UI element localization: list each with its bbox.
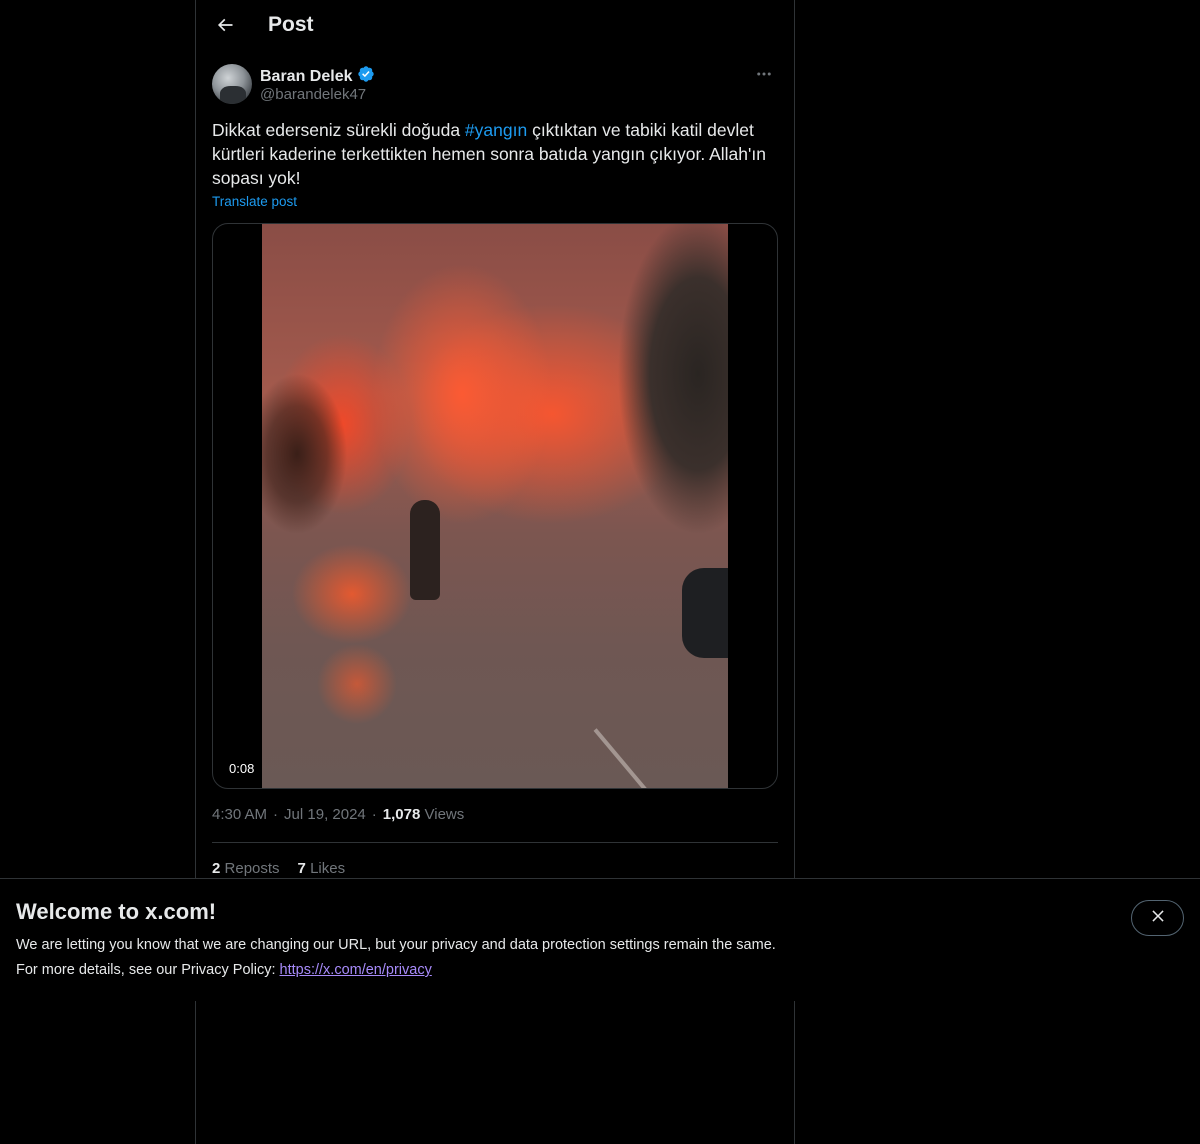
reposts-label: Reposts <box>224 860 280 877</box>
divider <box>212 842 778 843</box>
video-tree-right <box>608 224 728 544</box>
views-label: Views <box>424 806 465 823</box>
video-road-line <box>593 728 655 788</box>
engagement-stats: 2 Reposts 7 Likes <box>212 860 345 877</box>
reposts-link[interactable]: 2 Reposts <box>212 860 280 877</box>
video-person <box>410 500 440 600</box>
post-date[interactable]: Jul 19, 2024 <box>284 806 366 823</box>
author-name: Baran Delek <box>260 67 353 85</box>
verified-badge-icon <box>357 65 375 88</box>
more-dots-icon <box>755 65 773 88</box>
more-options-button[interactable] <box>750 64 778 88</box>
banner-message: We are letting you know that we are chan… <box>16 937 776 953</box>
back-button[interactable] <box>208 10 242 44</box>
author-name-link[interactable]: Baran Delek <box>260 65 375 88</box>
close-icon <box>1149 907 1167 930</box>
header: Post <box>196 0 794 53</box>
welcome-banner: Welcome to x.com! We are letting you kno… <box>0 878 1200 1001</box>
views-count: 1,078 <box>382 806 421 823</box>
video-player[interactable]: 0:08 <box>212 223 778 789</box>
avatar[interactable] <box>212 64 252 104</box>
video-duration: 0:08 <box>224 760 260 777</box>
post-metadata: 4:30 AM · Jul 19, 2024 · 1,078 Views <box>212 806 464 823</box>
post-text: Dikkat ederseniz sürekli doğuda #yangın … <box>212 118 778 190</box>
banner-privacy-prefix: For more details, see our Privacy Policy… <box>16 962 280 978</box>
page-title: Post <box>268 13 314 36</box>
close-banner-button[interactable] <box>1131 900 1184 936</box>
page: Post Baran Delek @barandelek47 Dikkat ed… <box>0 0 1200 1144</box>
video-thumbnail <box>262 224 728 788</box>
banner-title: Welcome to x.com! <box>16 899 217 924</box>
reposts-count: 2 <box>212 860 221 877</box>
likes-count: 7 <box>297 860 306 877</box>
video-tree-left <box>262 374 352 534</box>
author-handle[interactable]: @barandelek47 <box>260 86 366 103</box>
meta-separator: · <box>273 806 279 823</box>
post-text-before: Dikkat ederseniz sürekli doğuda <box>212 120 465 140</box>
privacy-policy-link[interactable]: https://x.com/en/privacy <box>280 962 432 978</box>
meta-separator: · <box>371 806 377 823</box>
views: 1,078 Views <box>383 806 464 823</box>
likes-link[interactable]: 7 Likes <box>298 860 346 877</box>
arrow-left-icon <box>215 15 235 40</box>
likes-label: Likes <box>310 860 346 877</box>
post-time[interactable]: 4:30 AM <box>212 806 267 823</box>
post-author: Baran Delek @barandelek47 <box>212 64 778 108</box>
hashtag-link[interactable]: #yangın <box>465 120 527 140</box>
banner-privacy-line: For more details, see our Privacy Policy… <box>16 962 432 978</box>
translate-post-link[interactable]: Translate post <box>212 194 297 209</box>
video-car <box>682 568 728 658</box>
